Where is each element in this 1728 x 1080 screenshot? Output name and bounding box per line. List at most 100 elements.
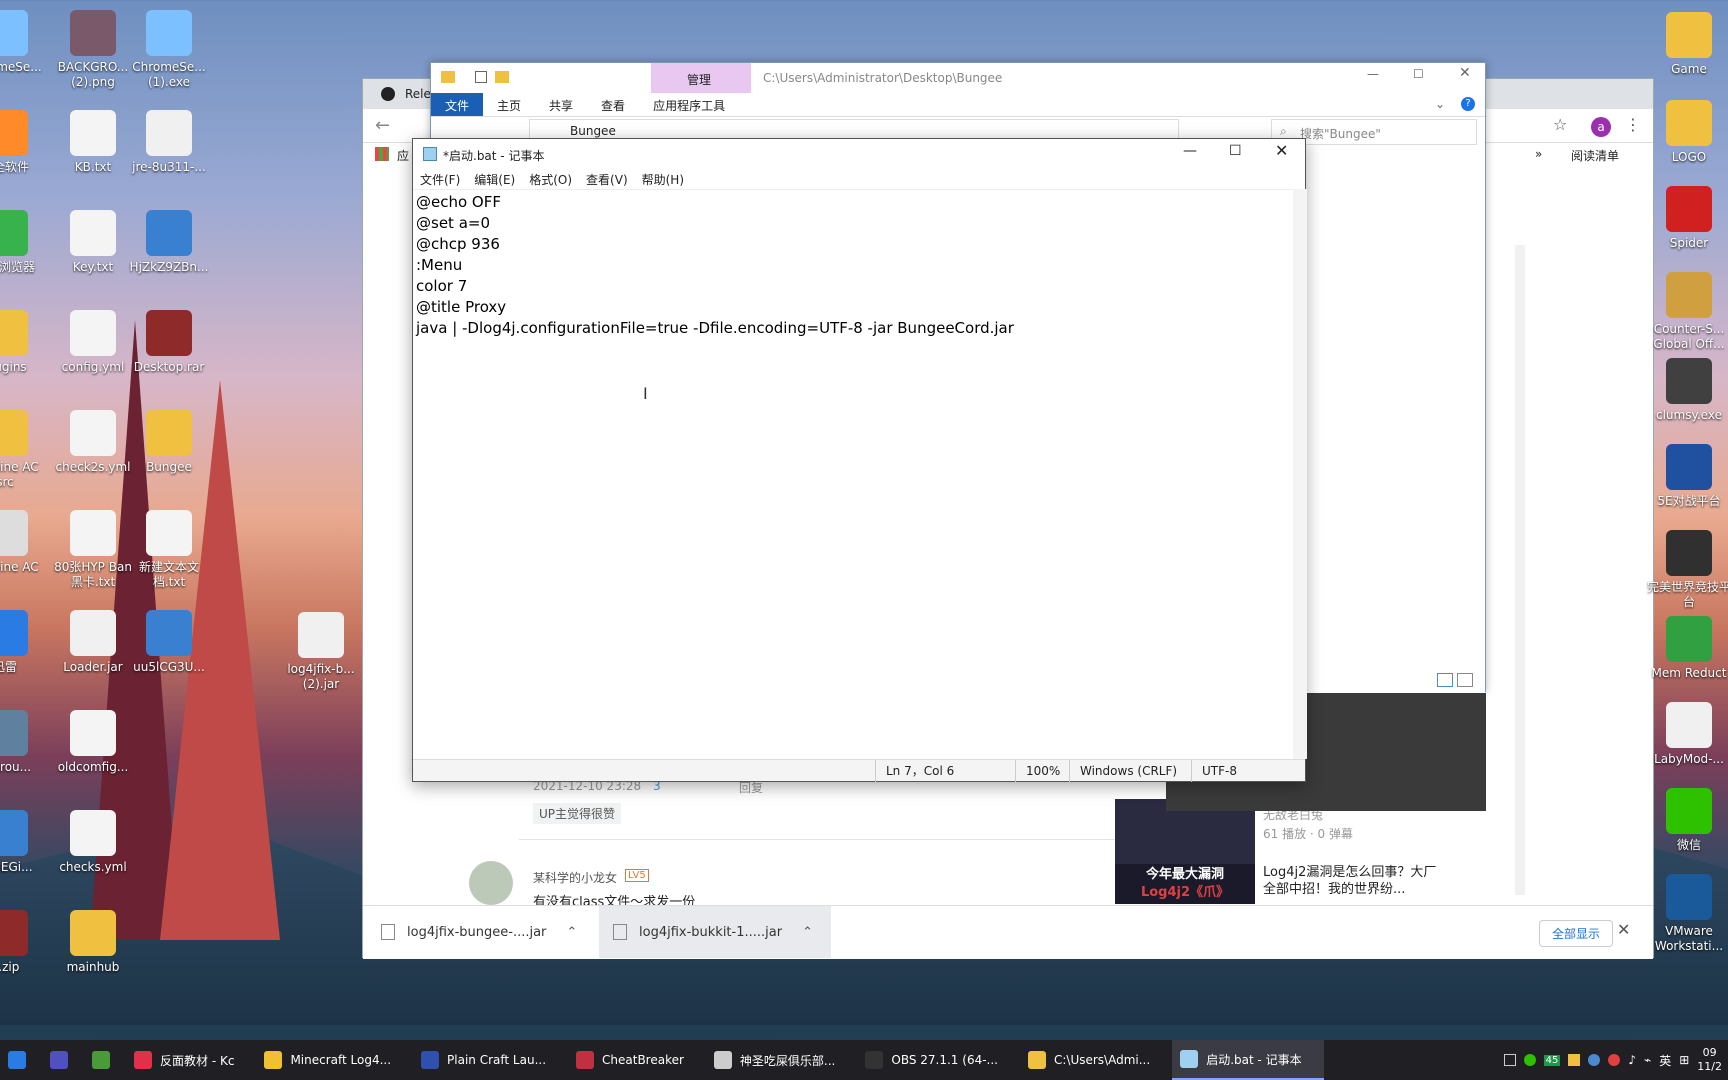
close-icon[interactable]: ✕ (1459, 65, 1471, 81)
taskbar-app[interactable]: Minecraft Log4... (256, 1040, 413, 1080)
ribbon-tab[interactable]: 共享 (535, 93, 587, 116)
text-editor[interactable]: @echo OFF @set a=0 @chcp 936:Menu color 7 @t… (413, 189, 1293, 759)
clock[interactable]: 09 11/2 (1697, 1046, 1722, 1074)
more-menu-icon[interactable]: ⋮ (1625, 115, 1641, 134)
desktop-icon-log4jfix[interactable]: log4jfix-b... (2).jar (278, 612, 364, 692)
tray-icon[interactable] (1608, 1054, 1621, 1066)
desktop-icon[interactable]: check2s.yml (50, 410, 136, 475)
desktop-icon[interactable]: ckgrou... (0, 710, 48, 775)
menu-item[interactable]: 格式(O) (522, 171, 579, 188)
desktop-icon[interactable]: VMware Workstati... (1646, 874, 1728, 954)
menu-item[interactable]: 文件(F) (413, 171, 467, 188)
desktop-icon[interactable]: uu5lCG3U... (126, 610, 212, 675)
tray-icon[interactable] (1503, 1054, 1516, 1066)
desktop-icon[interactable]: jre-8u311-... (126, 110, 212, 175)
editor-content[interactable]: @echo OFF @set a=0 @chcp 936:Menu color 7 @t… (416, 192, 1290, 339)
desktop-icon[interactable]: EAuEGi... (0, 810, 48, 875)
browser-tab-label[interactable]: Rele (405, 87, 431, 101)
desktop-icon[interactable]: clumsy.exe (1646, 358, 1728, 423)
code-line[interactable]: @echo OFF (416, 192, 1290, 213)
menu-item[interactable]: 帮助(H) (635, 171, 691, 188)
desktop-icon[interactable]: 安全浏览器 (0, 210, 48, 275)
code-line[interactable]: :Menu (416, 255, 1290, 276)
ribbon-tab[interactable]: 查看 (587, 93, 639, 116)
chevron-right-icon[interactable]: » (1535, 147, 1542, 161)
tray-badge[interactable]: 45 (1543, 1054, 1561, 1066)
desktop-icon[interactable]: 新建文本文档.txt (126, 510, 212, 590)
desktop-icon[interactable]: LOGO (1646, 100, 1728, 165)
ribbon-tab[interactable]: 应用程序工具 (639, 93, 739, 116)
taskbar-app[interactable]: CheatBreaker (568, 1040, 706, 1080)
checkbox-icon[interactable] (475, 71, 487, 83)
desktop-icon[interactable]: oldcomfig... (50, 710, 136, 775)
scrollbar[interactable] (1293, 189, 1307, 759)
comment-author[interactable]: 某科学的小龙女 (533, 869, 617, 886)
code-line[interactable]: @title Proxy (416, 297, 1290, 318)
taskbar-app[interactable] (42, 1040, 84, 1080)
ribbon-tab[interactable]: 主页 (483, 93, 535, 116)
chevron-up-icon[interactable]: ⌃ (566, 925, 577, 940)
minimize-icon[interactable]: — (1367, 67, 1379, 81)
ribbon-tab[interactable]: 文件 (431, 93, 484, 116)
new-folder-icon[interactable] (495, 71, 509, 83)
taskbar-app[interactable]: OBS 27.1.1 (64-... (857, 1040, 1020, 1080)
desktop-icon[interactable]: Loader.jar (50, 610, 136, 675)
code-line[interactable]: color 7 (416, 276, 1290, 297)
desktop-icon[interactable]: KB.txt (50, 110, 136, 175)
bookmark-item[interactable]: 应 (397, 147, 409, 164)
desktop-icon-game[interactable]: Game (1646, 12, 1728, 77)
download-item[interactable]: log4jfix-bungee-....jar ⌃ (381, 906, 581, 958)
network-icon[interactable]: ⌁ (1644, 1053, 1651, 1067)
desktop-icon[interactable]: Mem Reduct (1646, 616, 1728, 681)
desktop-icon[interactable]: Spider (1646, 186, 1728, 251)
maximize-icon[interactable]: ☐ (1413, 67, 1424, 81)
desktop-icon[interactable]: plugins (0, 310, 48, 375)
star-icon[interactable]: ☆ (1553, 115, 1567, 134)
taskbar-app[interactable]: 神圣吃屎俱乐部... (706, 1040, 857, 1080)
volume-icon[interactable]: ♪ (1628, 1053, 1636, 1067)
show-all-button[interactable]: 全部显示 (1539, 920, 1614, 947)
menu-item[interactable]: 编辑(E) (467, 171, 522, 188)
help-icon[interactable]: ? (1461, 97, 1475, 111)
taskbar-app[interactable]: 启动.bat - 记事本 (1172, 1040, 1324, 1080)
close-icon[interactable]: ✕ (1617, 920, 1630, 939)
tray-icon[interactable] (1568, 1054, 1581, 1066)
minimize-icon[interactable]: — (1183, 143, 1197, 159)
code-line[interactable]: @chcp 936 (416, 234, 1290, 255)
desktop-icon[interactable]: S.zip (0, 910, 48, 975)
desktop-icon[interactable]: config.yml (50, 310, 136, 375)
menu-item[interactable]: 查看(V) (579, 171, 635, 188)
rec-title[interactable]: Log4j2漏洞是怎么回事？大厂全部中招！我的世界纷... (1263, 864, 1439, 898)
desktop-icon[interactable]: Desktop.rar (126, 310, 212, 375)
video-thumbnail[interactable]: 今年最大漏洞 Log4j2《爪》 (1115, 864, 1255, 904)
desktop-icon[interactable]: Bungee (126, 410, 212, 475)
ime-indicator[interactable]: 英 (1659, 1052, 1671, 1069)
code-line[interactable]: java | -Dlog4j.configurationFile=true -D… (416, 318, 1290, 339)
scrollbar[interactable] (1515, 245, 1525, 895)
profile-avatar[interactable]: a (1591, 117, 1611, 137)
desktop-icon[interactable]: 5E对战平台 (1646, 444, 1728, 509)
taskbar-app[interactable]: 反面教材 - Kc (126, 1040, 256, 1080)
apps-icon[interactable] (375, 147, 389, 161)
tray-icon[interactable] (1588, 1054, 1601, 1066)
chevron-down-icon[interactable]: ⌄ (1435, 97, 1445, 111)
download-item[interactable]: log4jfix-bukkit-1.....jar ⌃ (599, 906, 831, 958)
chevron-up-icon[interactable]: ⌃ (802, 925, 813, 940)
desktop-icon[interactable]: onshine AC (0, 510, 48, 575)
code-line[interactable]: @set a=0 (416, 213, 1290, 234)
maximize-icon[interactable]: ☐ (1229, 143, 1242, 159)
reading-list-button[interactable]: 阅读清单 (1571, 147, 1619, 164)
desktop-icon[interactable]: HjZkZ9ZBn... (126, 210, 212, 275)
close-icon[interactable]: ✕ (1275, 141, 1288, 160)
desktop-icon[interactable]: ChromeSe... (1).exe (126, 10, 212, 90)
taskbar-app[interactable]: C:\Users\Admi... (1020, 1040, 1172, 1080)
desktop-icon[interactable]: 完美世界竞技平台 (1646, 530, 1728, 610)
desktop-icon[interactable]: 微信 (1646, 788, 1728, 853)
avatar[interactable] (469, 861, 513, 905)
desktop-icon[interactable]: Counter-S... Global Off... (1646, 272, 1728, 352)
desktop-icon[interactable]: 迅雷 (0, 610, 48, 675)
desktop-icon[interactable]: Key.txt (50, 210, 136, 275)
taskbar-app[interactable] (84, 1040, 126, 1080)
details-view-icon[interactable] (1437, 673, 1453, 687)
desktop-icon[interactable]: 安全软件 (0, 110, 48, 175)
